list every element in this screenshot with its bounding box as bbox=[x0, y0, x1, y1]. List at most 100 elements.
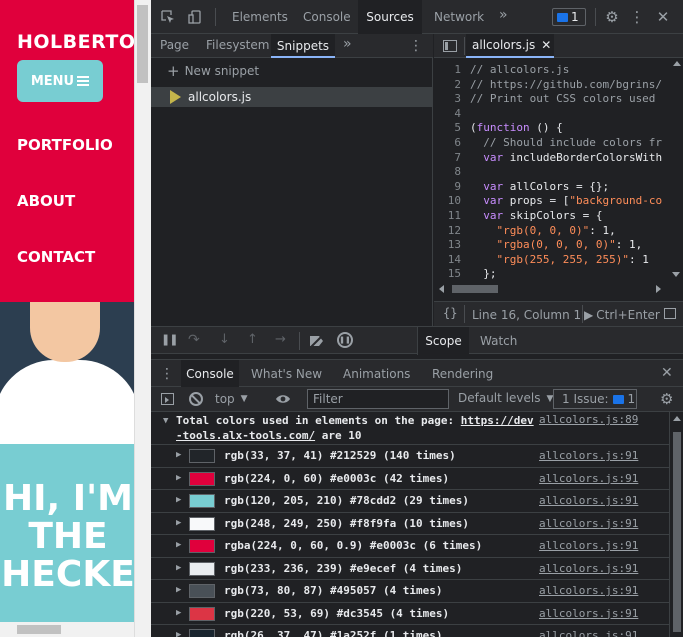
run-snippet-button[interactable]: ▶ Ctrl+Enter bbox=[584, 308, 660, 322]
line-number[interactable]: 5 bbox=[434, 120, 470, 135]
line-number[interactable]: 7 bbox=[434, 150, 470, 165]
step-out-icon[interactable]: ↑ bbox=[247, 332, 258, 347]
expand-triangle-icon[interactable]: ▶ bbox=[176, 450, 181, 460]
code-editor[interactable]: 1// allcolors.js 2// https://github.com/b… bbox=[434, 62, 668, 280]
line-number[interactable]: 13 bbox=[434, 237, 470, 252]
source-link[interactable]: allcolors.js:91 bbox=[539, 607, 638, 620]
navigator-menu-icon[interactable]: ⋮ bbox=[409, 37, 423, 55]
close-tab-icon[interactable]: ✕ bbox=[541, 38, 551, 52]
line-number[interactable]: 1 bbox=[434, 62, 470, 77]
close-devtools-icon[interactable]: ✕ bbox=[654, 8, 672, 26]
more-tabs-chevron-icon[interactable]: » bbox=[499, 7, 508, 23]
line-number[interactable]: 3 bbox=[434, 91, 470, 106]
site-scrollbar-thumb[interactable] bbox=[137, 5, 148, 83]
nav-link-about[interactable]: ABOUT bbox=[17, 192, 75, 210]
console-settings-gear-icon[interactable]: ⚙ bbox=[660, 390, 673, 408]
pretty-print-icon[interactable]: {} bbox=[443, 306, 457, 320]
horizontal-scroll-thumb[interactable] bbox=[452, 285, 498, 293]
console-color-row[interactable]: ▶ rgb(224, 0, 60) #e0003c (42 times) allco… bbox=[151, 468, 669, 490]
expand-triangle-icon[interactable]: ▶ bbox=[176, 563, 181, 573]
line-number[interactable]: 9 bbox=[434, 179, 470, 194]
step-into-icon[interactable]: ↓ bbox=[219, 332, 230, 347]
tab-page[interactable]: Page bbox=[160, 38, 189, 52]
step-icon[interactable]: → bbox=[275, 332, 286, 347]
expand-triangle-icon[interactable]: ▶ bbox=[176, 518, 181, 528]
toggle-navigator-icon[interactable] bbox=[441, 37, 459, 55]
coverage-icon[interactable] bbox=[664, 308, 676, 319]
source-link[interactable]: allcolors.js:91 bbox=[539, 539, 638, 552]
line-number[interactable]: 14 bbox=[434, 252, 470, 267]
more-navigator-tabs-icon[interactable]: » bbox=[343, 36, 352, 52]
editor-tab-allcolors[interactable]: allcolors.js ✕ bbox=[466, 34, 554, 58]
tab-snippets[interactable]: Snippets bbox=[271, 34, 335, 58]
console-color-row[interactable]: ▶ rgb(220, 53, 69) #dc3545 (4 times) allco… bbox=[151, 603, 669, 625]
console-color-row[interactable]: ▶ rgb(33, 37, 41) #212529 (140 times) allc… bbox=[151, 445, 669, 468]
site-vertical-scrollbar[interactable] bbox=[134, 0, 151, 637]
source-link[interactable]: allcolors.js:91 bbox=[539, 517, 638, 530]
tab-network[interactable]: Network bbox=[434, 10, 484, 24]
console-filter-input[interactable]: Filter bbox=[307, 389, 449, 409]
line-number[interactable]: 2 bbox=[434, 77, 470, 92]
console-color-row[interactable]: ▶ rgb(120, 205, 210) #78cdd2 (29 times) al… bbox=[151, 490, 669, 513]
menu-button[interactable]: MENU bbox=[17, 60, 103, 102]
settings-gear-icon[interactable]: ⚙ bbox=[603, 8, 621, 26]
scroll-right-arrow-icon[interactable] bbox=[656, 285, 661, 293]
drawer-tab-animations[interactable]: Animations bbox=[343, 367, 410, 381]
console-color-row[interactable]: ▶ rgba(224, 0, 60, 0.9) #e0003c (6 times)… bbox=[151, 535, 669, 558]
close-drawer-icon[interactable]: ✕ bbox=[661, 365, 673, 381]
device-toolbar-icon[interactable] bbox=[186, 8, 204, 26]
scroll-left-arrow-icon[interactable] bbox=[439, 285, 444, 293]
issues-counter-button[interactable]: 1 bbox=[552, 8, 586, 26]
clear-console-icon[interactable] bbox=[189, 392, 203, 406]
source-link[interactable]: allcolors.js:91 bbox=[539, 472, 638, 485]
expand-triangle-icon[interactable]: ▼ bbox=[163, 416, 168, 426]
expand-triangle-icon[interactable]: ▶ bbox=[176, 540, 181, 550]
summary-link-part-1[interactable]: https://dev bbox=[461, 414, 534, 427]
editor-horizontal-scrollbar[interactable] bbox=[434, 282, 670, 296]
line-number[interactable]: 4 bbox=[434, 106, 470, 121]
step-over-icon[interactable]: ↷ bbox=[188, 332, 200, 348]
line-number[interactable]: 8 bbox=[434, 164, 470, 179]
scroll-down-arrow-icon[interactable] bbox=[672, 272, 680, 277]
drawer-tab-whats-new[interactable]: What's New bbox=[251, 367, 322, 381]
site-hscrollbar-thumb[interactable] bbox=[17, 625, 61, 634]
drawer-tab-console[interactable]: Console bbox=[181, 360, 239, 388]
tab-watch[interactable]: Watch bbox=[480, 334, 517, 348]
inspect-element-icon[interactable] bbox=[159, 8, 177, 26]
console-scrollbar[interactable] bbox=[669, 412, 683, 637]
expand-triangle-icon[interactable]: ▶ bbox=[176, 630, 181, 637]
summary-source-link[interactable]: allcolors.js:89 bbox=[539, 413, 638, 426]
source-link[interactable]: allcolors.js:91 bbox=[539, 494, 638, 507]
live-expression-eye-icon[interactable] bbox=[275, 392, 291, 406]
drawer-menu-icon[interactable]: ⋮ bbox=[160, 366, 174, 382]
line-number[interactable]: 15 bbox=[434, 266, 470, 280]
source-link[interactable]: allcolors.js:91 bbox=[539, 449, 638, 462]
log-levels-dropdown[interactable]: Default levels ▼ bbox=[458, 391, 553, 407]
expand-triangle-icon[interactable]: ▶ bbox=[176, 585, 181, 595]
line-number[interactable]: 12 bbox=[434, 223, 470, 238]
expand-triangle-icon[interactable]: ▶ bbox=[176, 608, 181, 618]
tab-elements[interactable]: Elements bbox=[232, 10, 288, 24]
pause-on-exceptions-icon[interactable]: ❚❚ bbox=[337, 332, 353, 348]
source-link[interactable]: allcolors.js:91 bbox=[539, 629, 638, 637]
site-logo[interactable]: HOLBERTO bbox=[17, 31, 136, 53]
expand-triangle-icon[interactable]: ▶ bbox=[176, 473, 181, 483]
nav-link-contact[interactable]: CONTACT bbox=[17, 248, 95, 266]
context-selector[interactable]: top ▼ bbox=[215, 389, 248, 409]
show-sidebar-icon[interactable] bbox=[161, 393, 174, 405]
new-snippet-button[interactable]: + New snippet bbox=[167, 64, 259, 79]
source-link[interactable]: allcolors.js:91 bbox=[539, 584, 638, 597]
console-color-row[interactable]: ▶ rgb(248, 249, 250) #f8f9fa (10 times) al… bbox=[151, 513, 669, 535]
line-number[interactable]: 10 bbox=[434, 193, 470, 208]
pause-icon[interactable]: ❚❚ bbox=[161, 333, 178, 346]
console-color-row[interactable]: ▶ rgb(73, 80, 87) #495057 (4 times) allcol… bbox=[151, 580, 669, 603]
more-options-icon[interactable]: ⋮ bbox=[628, 8, 646, 26]
line-number[interactable]: 6 bbox=[434, 135, 470, 150]
snippet-item[interactable]: allcolors.js bbox=[151, 87, 433, 107]
tab-console[interactable]: Console bbox=[303, 10, 351, 24]
summary-link-part-2[interactable]: -tools.alx-tools.com/ bbox=[176, 429, 315, 442]
console-issues-button[interactable]: 1 Issue: 1 bbox=[553, 389, 637, 409]
scroll-up-arrow-icon[interactable] bbox=[673, 61, 681, 66]
tab-sources[interactable]: Sources bbox=[358, 0, 422, 34]
nav-link-portfolio[interactable]: PORTFOLIO bbox=[17, 136, 113, 154]
